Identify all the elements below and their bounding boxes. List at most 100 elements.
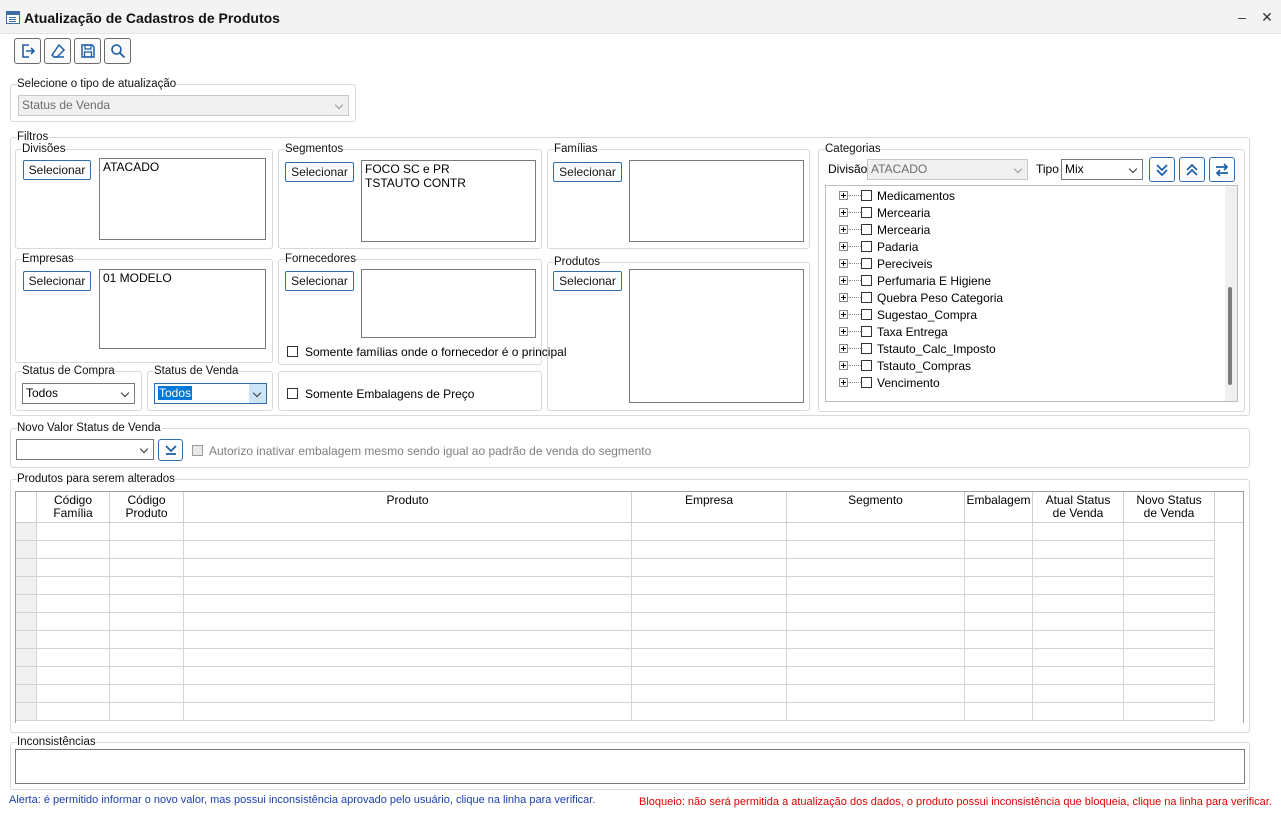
tree-item-checkbox[interactable] — [861, 224, 872, 235]
column-header[interactable]: Embalagem — [965, 492, 1033, 523]
table-cell[interactable] — [787, 631, 965, 649]
table-cell[interactable] — [1124, 595, 1215, 613]
table-cell[interactable] — [965, 577, 1033, 595]
row-header-cell[interactable] — [16, 667, 37, 685]
table-cell[interactable] — [110, 523, 184, 541]
inconsistencias-box[interactable] — [15, 749, 1245, 784]
table-cell[interactable] — [1033, 559, 1124, 577]
expand-plus-icon[interactable] — [839, 327, 848, 336]
table-cell[interactable] — [110, 685, 184, 703]
table-cell[interactable] — [965, 703, 1033, 721]
table-cell[interactable] — [787, 703, 965, 721]
table-row[interactable] — [16, 559, 1215, 577]
save-button[interactable] — [74, 38, 101, 64]
tree-item[interactable]: Taxa Entrega — [839, 324, 1219, 341]
empresas-select-button[interactable]: Selecionar — [23, 271, 91, 291]
expand-plus-icon[interactable] — [839, 344, 848, 353]
expand-plus-icon[interactable] — [839, 242, 848, 251]
table-row[interactable] — [16, 649, 1215, 667]
status-compra-select[interactable]: Todos — [22, 383, 135, 404]
minimize-button[interactable]: – — [1232, 8, 1252, 26]
table-cell[interactable] — [1124, 667, 1215, 685]
table-cell[interactable] — [110, 703, 184, 721]
tree-item[interactable]: Padaria — [839, 239, 1219, 256]
table-cell[interactable] — [1124, 541, 1215, 559]
novo-valor-select[interactable] — [16, 439, 154, 460]
table-cell[interactable] — [1033, 613, 1124, 631]
row-header-cell[interactable] — [16, 631, 37, 649]
table-cell[interactable] — [37, 559, 110, 577]
tree-item-checkbox[interactable] — [861, 343, 872, 354]
table-cell[interactable] — [965, 667, 1033, 685]
row-header-cell[interactable] — [16, 577, 37, 595]
table-cell[interactable] — [110, 559, 184, 577]
table-row[interactable] — [16, 685, 1215, 703]
expand-plus-icon[interactable] — [839, 378, 848, 387]
table-cell[interactable] — [37, 685, 110, 703]
table-cell[interactable] — [965, 595, 1033, 613]
row-header-cell[interactable] — [16, 523, 37, 541]
list-item[interactable]: FOCO SC e PR — [365, 162, 532, 176]
table-cell[interactable] — [965, 613, 1033, 631]
tree-item-checkbox[interactable] — [861, 326, 872, 337]
column-header[interactable]: Código Família — [37, 492, 110, 523]
table-row[interactable] — [16, 631, 1215, 649]
expand-plus-icon[interactable] — [839, 225, 848, 234]
table-cell[interactable] — [1033, 703, 1124, 721]
table-cell[interactable] — [1124, 631, 1215, 649]
autorizo-inativar-checkbox[interactable] — [192, 445, 203, 456]
tree-item[interactable]: Pereciveis — [839, 256, 1219, 273]
table-row[interactable] — [16, 667, 1215, 685]
table-cell[interactable] — [110, 577, 184, 595]
table-cell[interactable] — [1124, 685, 1215, 703]
table-cell[interactable] — [787, 523, 965, 541]
table-row[interactable] — [16, 541, 1215, 559]
tree-item[interactable]: Medicamentos — [839, 188, 1219, 205]
table-cell[interactable] — [632, 649, 787, 667]
table-cell[interactable] — [787, 595, 965, 613]
segmentos-list[interactable]: FOCO SC e PR TSTAUTO CONTR — [361, 160, 536, 242]
table-cell[interactable] — [787, 667, 965, 685]
fornecedor-principal-checkbox[interactable] — [287, 346, 298, 357]
table-cell[interactable] — [37, 667, 110, 685]
expand-plus-icon[interactable] — [839, 293, 848, 302]
column-header[interactable]: Empresa — [632, 492, 787, 523]
table-row[interactable] — [16, 523, 1215, 541]
table-cell[interactable] — [184, 685, 632, 703]
swap-button[interactable] — [1209, 157, 1235, 182]
table-cell[interactable] — [632, 541, 787, 559]
expand-all-button[interactable] — [1149, 157, 1175, 182]
tree-scrollbar-thumb[interactable] — [1228, 287, 1232, 385]
products-grid[interactable]: Código Família Código Produto Produto Empresa… — [15, 491, 1244, 723]
tree-item[interactable]: Tstauto_Calc_Imposto — [839, 341, 1219, 358]
table-cell[interactable] — [632, 523, 787, 541]
table-cell[interactable] — [632, 613, 787, 631]
column-header[interactable]: Código Produto — [110, 492, 184, 523]
produtos-select-button[interactable]: Selecionar — [553, 271, 622, 291]
fornecedores-list[interactable] — [361, 269, 536, 338]
table-cell[interactable] — [632, 685, 787, 703]
row-header-cell[interactable] — [16, 685, 37, 703]
tree-item-checkbox[interactable] — [861, 190, 872, 201]
table-cell[interactable] — [37, 649, 110, 667]
tree-item-checkbox[interactable] — [861, 207, 872, 218]
table-cell[interactable] — [632, 703, 787, 721]
collapse-all-button[interactable] — [1179, 157, 1205, 182]
expand-plus-icon[interactable] — [839, 310, 848, 319]
table-cell[interactable] — [110, 595, 184, 613]
list-item[interactable]: 01 MODELO — [103, 271, 262, 285]
expand-plus-icon[interactable] — [839, 191, 848, 200]
table-cell[interactable] — [1033, 577, 1124, 595]
table-cell[interactable] — [37, 703, 110, 721]
table-cell[interactable] — [787, 541, 965, 559]
table-row[interactable] — [16, 703, 1215, 721]
table-cell[interactable] — [37, 523, 110, 541]
expand-plus-icon[interactable] — [839, 276, 848, 285]
familias-list[interactable] — [629, 160, 804, 242]
tree-item-checkbox[interactable] — [861, 241, 872, 252]
segmentos-select-button[interactable]: Selecionar — [285, 162, 354, 182]
table-cell[interactable] — [632, 577, 787, 595]
tree-item[interactable]: Quebra Peso Categoria — [839, 290, 1219, 307]
expand-plus-icon[interactable] — [839, 361, 848, 370]
tree-item-checkbox[interactable] — [861, 309, 872, 320]
